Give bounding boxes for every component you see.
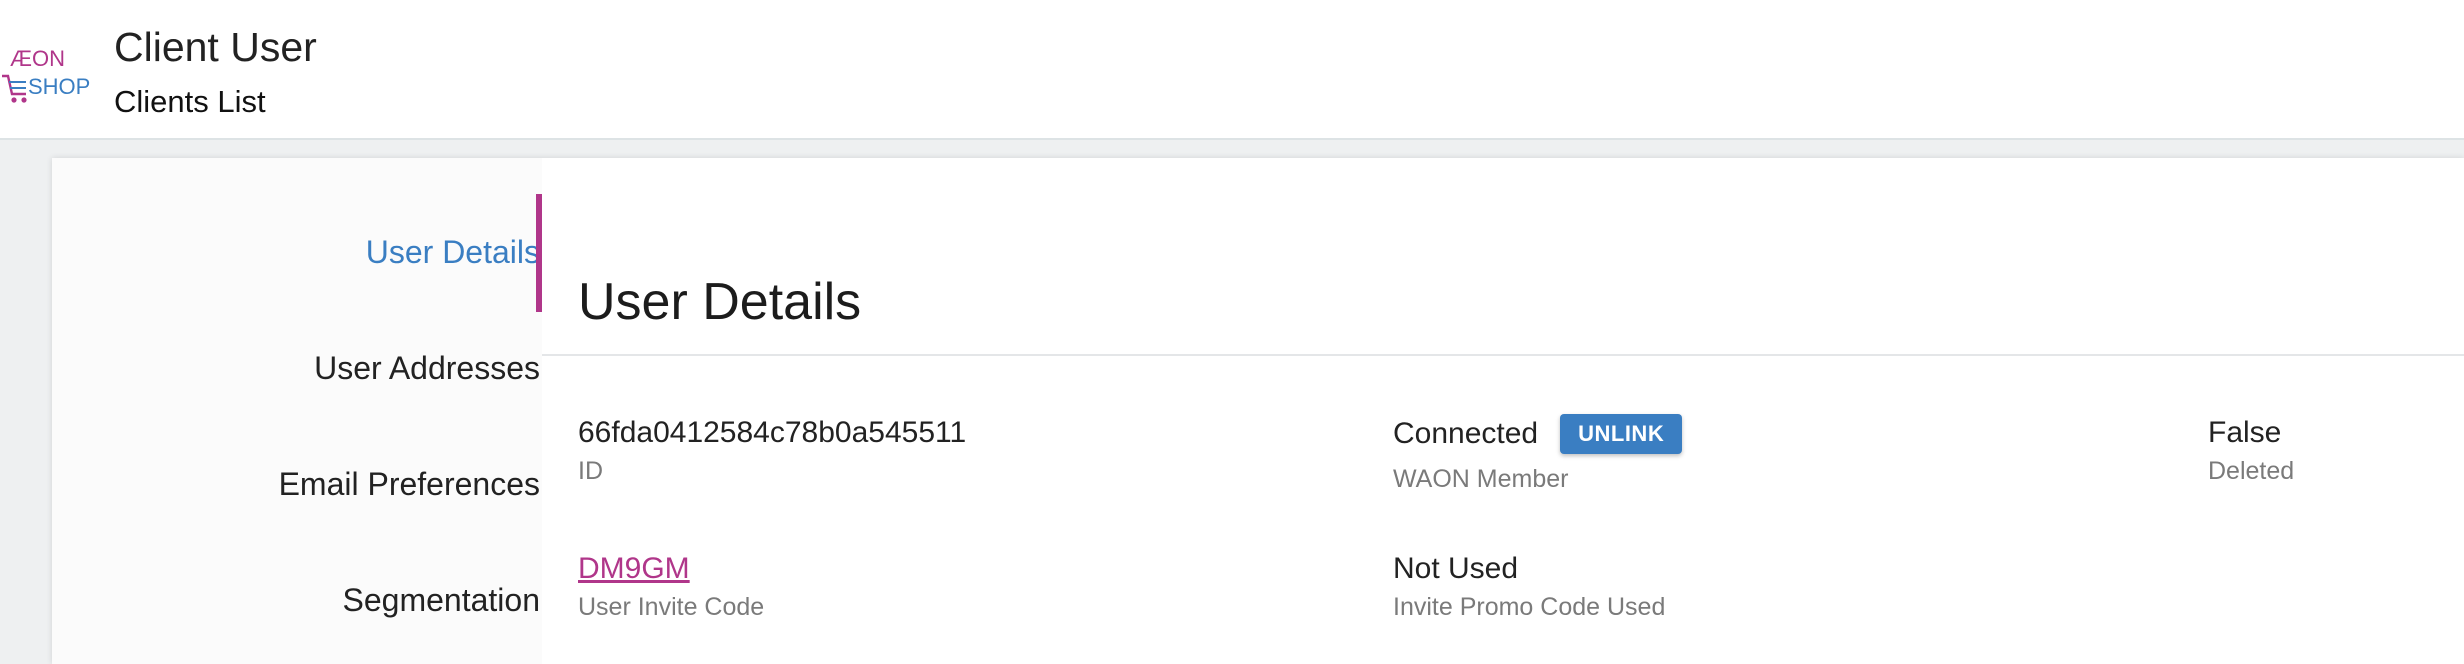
- breadcrumb-clients-list[interactable]: Clients List: [114, 82, 266, 122]
- invite-code-link[interactable]: DM9GM: [578, 550, 690, 588]
- top-bar: ÆON SHOP Client User Clients List: [0, 0, 2464, 140]
- unlink-button[interactable]: UNLINK: [1560, 414, 1683, 454]
- deleted-value: False: [2208, 416, 2282, 449]
- deleted-label: Deleted: [2208, 457, 2295, 485]
- svg-text:ÆON: ÆON: [10, 46, 65, 71]
- svg-text:SHOP: SHOP: [28, 74, 90, 99]
- waon-status: Connected: [1393, 417, 1539, 450]
- invite-code-label: User Invite Code: [578, 593, 765, 621]
- field-invite-promo-used: Not Used Invite Promo Code Used: [1393, 550, 1665, 624]
- field-deleted: False Deleted: [2208, 414, 2294, 488]
- nav-item-segmentation[interactable]: Segmentation: [60, 580, 540, 620]
- id-value: 66fda0412584c78b0a545511: [578, 416, 967, 449]
- divider: [542, 354, 2464, 356]
- user-details-panel: User Details 66fda0412584c78b0a545511 ID…: [542, 158, 2464, 664]
- page-title: Client User: [114, 24, 317, 70]
- section-title: User Details: [578, 273, 862, 331]
- field-waon-member: Connected UNLINK WAON Member: [1393, 414, 1683, 496]
- waon-label: WAON Member: [1393, 465, 1569, 493]
- nav-item-user-details[interactable]: User Details: [60, 232, 540, 272]
- field-invite-code: DM9GM User Invite Code: [578, 550, 764, 624]
- user-card: User Details User Addresses Email Prefer…: [52, 158, 2464, 664]
- promo-used-label: Invite Promo Code Used: [1393, 593, 1666, 621]
- nav-item-user-addresses[interactable]: User Addresses: [60, 348, 540, 388]
- nav-item-email-preferences[interactable]: Email Preferences: [60, 464, 540, 504]
- id-label: ID: [578, 457, 603, 485]
- cart-icon: [2, 74, 27, 103]
- side-nav: User Details User Addresses Email Prefer…: [52, 158, 542, 664]
- invite-code-row: DM9GM: [578, 550, 764, 588]
- field-id: 66fda0412584c78b0a545511 ID: [578, 414, 966, 488]
- promo-used-value: Not Used: [1393, 552, 1519, 585]
- waon-value-row: Connected UNLINK: [1393, 414, 1683, 454]
- aeon-shop-logo[interactable]: ÆON SHOP: [0, 40, 90, 110]
